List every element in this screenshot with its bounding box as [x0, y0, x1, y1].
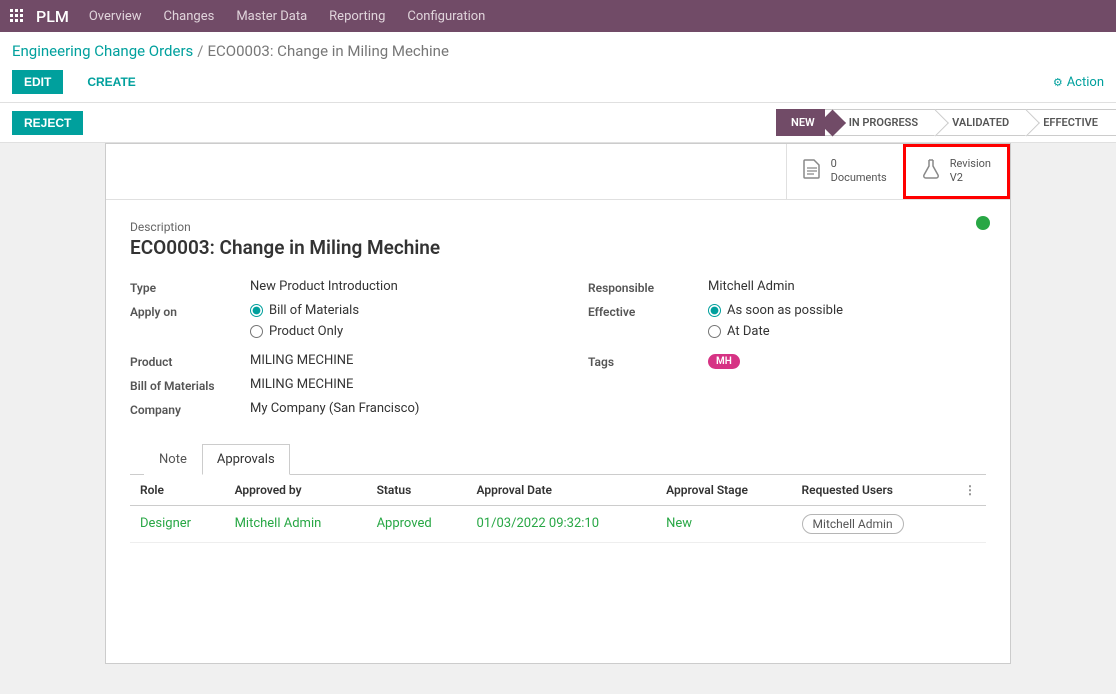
table-row[interactable]: Designer Mitchell Admin Approved 01/03/2… [130, 505, 986, 542]
breadcrumb-current: ECO0003: Change in Miling Mechine [208, 42, 449, 60]
flask-icon [922, 159, 940, 183]
apply-on-product-radio[interactable] [250, 325, 263, 338]
revision-label: Revision [950, 157, 991, 171]
reject-button[interactable]: REJECT [12, 111, 83, 135]
cell-approval-date: 01/03/2022 09:32:10 [467, 505, 657, 542]
nav-configuration[interactable]: Configuration [407, 9, 485, 24]
document-icon [803, 159, 821, 183]
effective-asap-radio[interactable] [708, 304, 721, 317]
cell-requested-user-chip[interactable]: Mitchell Admin [802, 514, 904, 534]
breadcrumb-root[interactable]: Engineering Change Orders [12, 42, 193, 60]
nav-changes[interactable]: Changes [164, 9, 215, 24]
revision-value: V2 [950, 171, 991, 185]
th-menu[interactable]: ⋮ [954, 475, 986, 506]
documents-count: 0 [831, 157, 887, 171]
th-approval-stage: Approval Stage [656, 475, 791, 506]
product-label: Product [130, 353, 250, 369]
action-dropdown[interactable]: Action [1053, 75, 1104, 90]
edit-button[interactable]: EDIT [12, 70, 63, 94]
description-label: Description [130, 220, 986, 234]
bom-value[interactable]: MILING MECHINE [250, 377, 528, 392]
nav-reporting[interactable]: Reporting [329, 9, 385, 24]
effective-asap-label: As soon as possible [727, 303, 843, 318]
app-name[interactable]: PLM [36, 7, 69, 26]
th-requested-users: Requested Users [792, 475, 954, 506]
apply-on-bom-radio[interactable] [250, 304, 263, 317]
th-approved-by: Approved by [225, 475, 367, 506]
documents-label: Documents [831, 171, 887, 185]
approvals-table: Role Approved by Status Approval Date Ap… [130, 475, 986, 543]
responsible-label: Responsible [588, 279, 708, 295]
breadcrumb: Engineering Change Orders/ ECO0003: Chang… [12, 42, 1104, 60]
th-approval-date: Approval Date [467, 475, 657, 506]
type-value: New Product Introduction [250, 279, 528, 294]
product-value[interactable]: MILING MECHINE [250, 353, 528, 368]
cell-approval-stage: New [656, 505, 791, 542]
company-label: Company [130, 401, 250, 417]
apply-on-product-label: Product Only [269, 324, 343, 339]
responsible-value[interactable]: Mitchell Admin [708, 279, 986, 294]
effective-at-date-radio[interactable] [708, 325, 721, 338]
documents-stat-button[interactable]: 0 Documents [786, 144, 903, 199]
nav-master-data[interactable]: Master Data [236, 9, 307, 24]
top-navbar: PLM Overview Changes Master Data Reporti… [0, 0, 1116, 32]
apps-icon[interactable] [10, 9, 24, 23]
stage-bar: NEW IN PROGRESS VALIDATED EFFECTIVE [776, 109, 1116, 136]
form-sheet: 0 Documents Revision V2 Description ECO0… [105, 143, 1011, 664]
nav-overview[interactable]: Overview [89, 9, 142, 24]
effective-label: Effective [588, 303, 708, 319]
record-title: ECO0003: Change in Miling Mechine [130, 236, 986, 259]
bom-label: Bill of Materials [130, 377, 250, 393]
tab-note[interactable]: Note [144, 444, 202, 475]
breadcrumb-separator: / [197, 42, 203, 60]
apply-on-bom-label: Bill of Materials [269, 303, 359, 318]
company-value[interactable]: My Company (San Francisco) [250, 401, 528, 416]
revision-stat-button[interactable]: Revision V2 [903, 144, 1010, 199]
effective-at-date-label: At Date [727, 324, 770, 339]
tag-mh[interactable]: MH [708, 354, 740, 369]
cell-approved-by: Mitchell Admin [225, 505, 367, 542]
tab-approvals[interactable]: Approvals [202, 444, 290, 475]
type-label: Type [130, 279, 250, 295]
cell-role: Designer [130, 505, 225, 542]
create-button[interactable]: CREATE [75, 70, 147, 94]
th-role: Role [130, 475, 225, 506]
apply-on-label: Apply on [130, 303, 250, 319]
tags-label: Tags [588, 353, 708, 369]
kanban-status-dot[interactable] [976, 216, 990, 230]
th-status: Status [367, 475, 467, 506]
cell-status: Approved [367, 505, 467, 542]
